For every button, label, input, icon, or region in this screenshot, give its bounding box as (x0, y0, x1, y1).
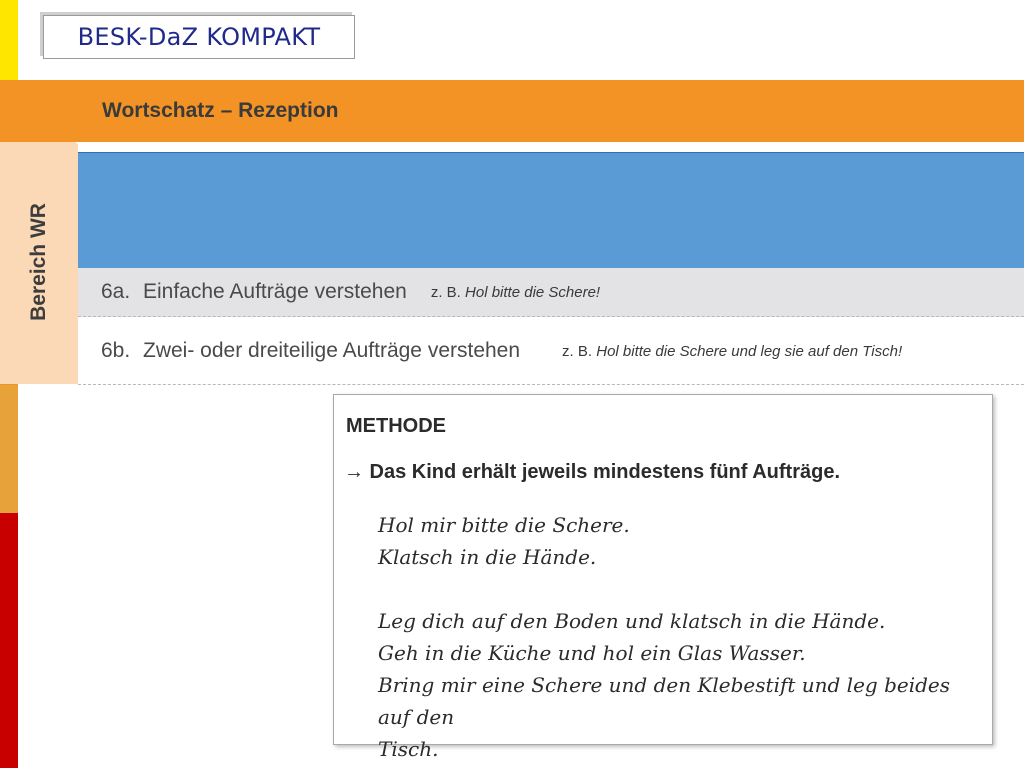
item-number: 6a. (101, 280, 131, 303)
example-text: Hol bitte die Schere und leg sie auf den… (596, 342, 903, 360)
methode-instruction: → Das Kind erhält jeweils mindestens fün… (344, 461, 841, 483)
item-text: Einfache Aufträge verstehen (143, 280, 407, 303)
example-line: Hol mir bitte die Schere. (378, 513, 630, 537)
methode-heading: METHODE (346, 415, 446, 437)
section-header-band: Wortschatz – Rezeption (0, 80, 1024, 142)
item-row-6b: 6b. Zwei- oder dreiteilige Aufträge vers… (78, 318, 1024, 385)
blue-placeholder-box (78, 152, 1024, 268)
item-number: 6b. (101, 339, 131, 362)
example-line: Bring mir eine Schere und den Klebestift… (378, 673, 951, 729)
slide-title: BESK-DaZ KOMPAKT (77, 23, 321, 51)
accent-strip-light-orange (0, 385, 18, 513)
item-row-6a: 6a. Einfache Aufträge verstehen z. B. Ho… (78, 268, 1024, 317)
accent-strip-yellow (0, 0, 18, 80)
example-prefix: z. B. (562, 342, 593, 360)
methode-examples: Hol mir bitte die Schere. Klatsch in die… (378, 509, 978, 765)
example-line: Tisch. (378, 737, 439, 761)
example-line: Klatsch in die Hände. (378, 545, 597, 569)
item-example: z. B. Hol bitte die Schere und leg sie a… (562, 343, 902, 360)
example-prefix: z. B. (430, 283, 461, 301)
item-example: z. B. Hol bitte die Schere! (431, 284, 600, 301)
example-line: Geh in die Küche und hol ein Glas Wasser… (378, 641, 806, 665)
accent-strip-red (0, 513, 18, 768)
slide-title-box: BESK-DaZ KOMPAKT (43, 15, 355, 59)
item-text: Zwei- oder dreiteilige Aufträge verstehe… (143, 339, 521, 362)
methode-box: METHODE → Das Kind erhält jeweils mindes… (333, 394, 993, 761)
example-text: Hol bitte die Schere! (465, 283, 601, 301)
area-label: Bereich WR (27, 203, 50, 321)
example-line: Leg dich auf den Boden und klatsch in di… (378, 609, 886, 633)
section-title: Wortschatz – Rezeption (102, 99, 339, 122)
